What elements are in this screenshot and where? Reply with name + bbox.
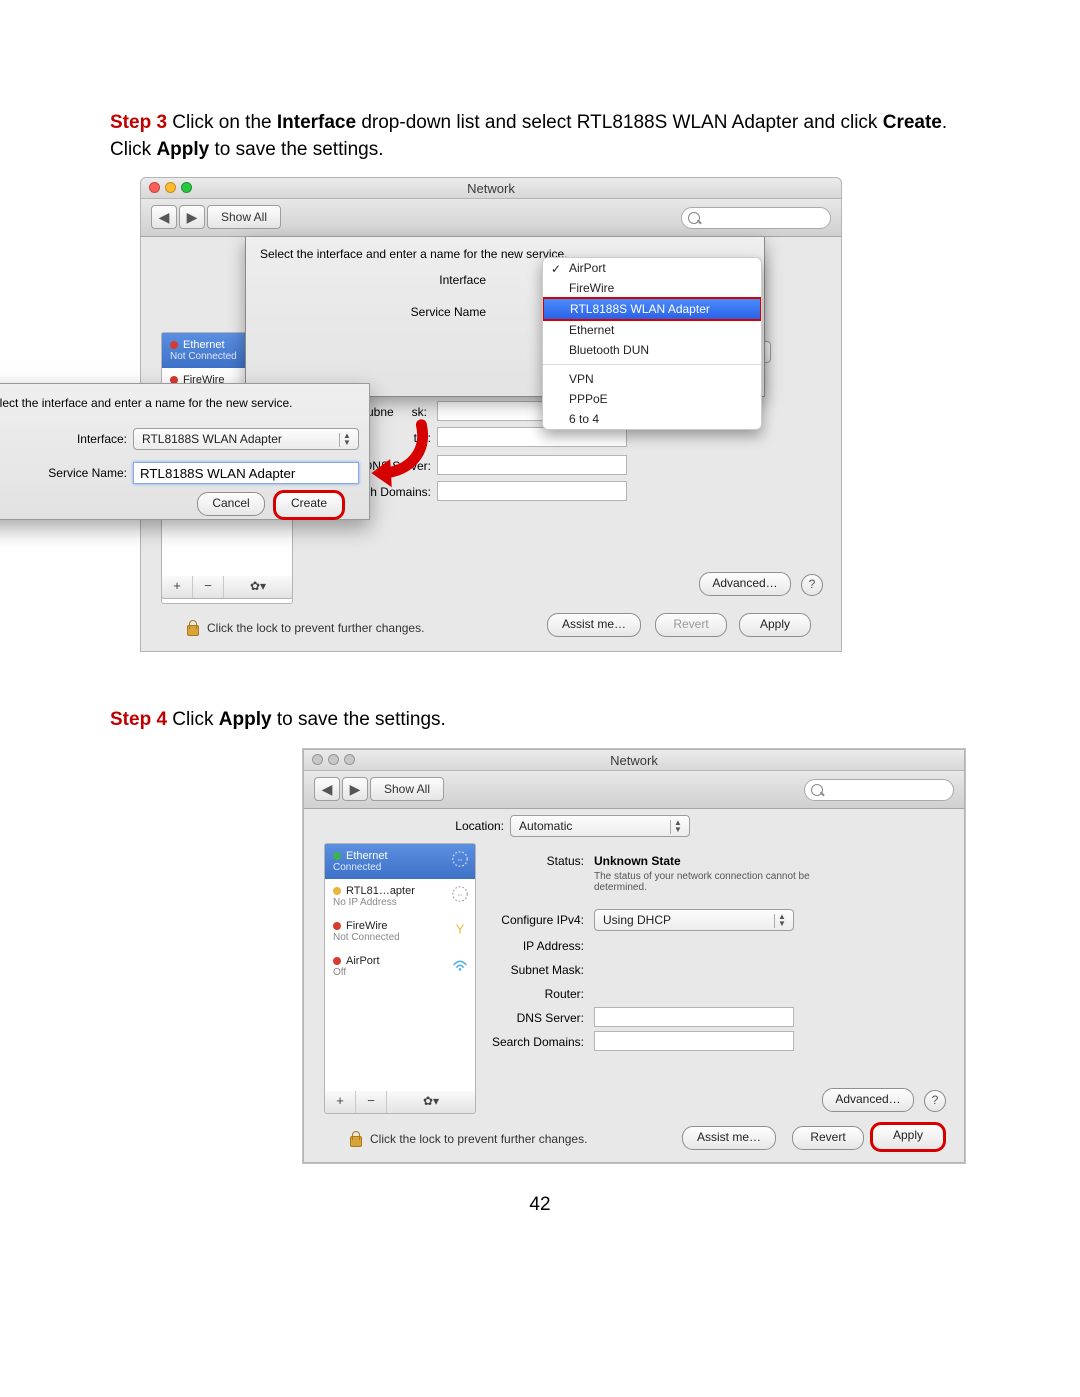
status-value: Unknown State <box>594 854 681 868</box>
interface-label: Interface <box>426 273 486 287</box>
sheet2-cancel-button[interactable]: Cancel <box>197 492 265 516</box>
window-titlebar: Network <box>303 749 965 771</box>
router-input[interactable] <box>437 427 627 447</box>
dns-input[interactable] <box>594 1007 794 1027</box>
traffic-lights <box>312 754 355 765</box>
service-name-input[interactable] <box>133 462 359 484</box>
step4-text: Step 4 Click Apply to save the settings. <box>110 707 970 734</box>
minimize-icon[interactable] <box>165 182 176 193</box>
sidebar-item-rtl81[interactable]: RTL81…apterNo IP Address ⇔ <box>325 879 475 914</box>
sidebar-toolbar: + − ✿▾ <box>161 576 293 599</box>
status-desc: The status of your network connection ca… <box>594 871 824 893</box>
close-icon[interactable] <box>312 754 323 765</box>
interface-popup[interactable]: RTL8188S WLAN Adapter▲▼ <box>133 428 359 450</box>
advanced-button[interactable]: Advanced… <box>822 1088 914 1112</box>
page-number: 42 <box>110 1194 970 1216</box>
help-button[interactable]: ? <box>801 574 823 596</box>
lock-icon[interactable] <box>185 620 199 636</box>
window-titlebar: Network <box>140 177 842 199</box>
revert-button[interactable]: Revert <box>792 1126 864 1150</box>
screenshot-step4: Network ◀ ▶ Show All Location: Automatic… <box>302 748 966 1164</box>
nav-forward-button[interactable]: ▶ <box>342 777 368 801</box>
svg-text:⇔: ⇔ <box>456 889 463 898</box>
assist-button[interactable]: Assist me… <box>547 613 641 637</box>
search-domains-input[interactable] <box>594 1031 794 1051</box>
close-icon[interactable] <box>149 182 160 193</box>
step3-text: Step 3 Click on the Interface drop-down … <box>110 110 970 163</box>
sheet2-interface-label: Interface: <box>27 432 127 446</box>
show-all-button[interactable]: Show All <box>370 777 444 801</box>
svg-text:⇔: ⇔ <box>456 854 463 863</box>
interface-dropdown-menu[interactable]: ✓AirPort FireWire RTL8188S WLAN Adapter … <box>542 257 762 430</box>
assist-button[interactable]: Assist me… <box>682 1126 776 1150</box>
add-service-button[interactable]: + <box>162 576 193 598</box>
svg-text:Y: Y <box>456 922 465 936</box>
add-service-button[interactable]: + <box>325 1091 356 1113</box>
step3-label: Step 3 <box>110 112 167 133</box>
step4-label: Step 4 <box>110 709 167 730</box>
lock-text: Click the lock to prevent further change… <box>207 621 424 635</box>
sidebar-toolbar: + − ✿▾ <box>324 1091 476 1114</box>
search-domains-input[interactable] <box>437 481 627 501</box>
remove-service-button[interactable]: − <box>356 1091 387 1113</box>
traffic-lights <box>149 182 192 193</box>
service-name-label: Service Name <box>400 305 486 319</box>
menu-item-ethernet[interactable]: Ethernet <box>543 320 761 340</box>
firewire-icon: Y <box>451 920 469 938</box>
sheet2-instruction: Select the interface and enter a name fo… <box>0 396 293 410</box>
wifi-icon <box>451 955 469 973</box>
menu-item-6to4[interactable]: 6 to 4 <box>543 409 761 429</box>
advanced-button[interactable]: Advanced… <box>699 572 791 596</box>
menu-item-bluetooth-dun[interactable]: Bluetooth DUN <box>543 340 761 360</box>
ethernet-icon: ⇔ <box>451 885 469 903</box>
sheet2-service-name-label: Service Name: <box>1 466 127 480</box>
revert-button[interactable]: Revert <box>655 613 727 637</box>
menu-item-airport[interactable]: ✓AirPort <box>543 258 761 278</box>
location-popup[interactable]: Automatic▲▼ <box>510 815 690 837</box>
apply-button[interactable]: Apply <box>870 1122 946 1152</box>
nav-back-button[interactable]: ◀ <box>151 205 177 229</box>
zoom-icon[interactable] <box>181 182 192 193</box>
lock-icon[interactable] <box>348 1131 362 1147</box>
window-body: Location: Automatic▲▼ EthernetConnected … <box>303 809 965 1163</box>
window-toolbar: ◀ ▶ Show All <box>140 199 842 237</box>
sidebar-item-firewire[interactable]: FireWireNot Connected Y <box>325 914 475 949</box>
dns-input[interactable] <box>437 455 627 475</box>
sidebar-item-ethernet[interactable]: EthernetConnected ⇔ <box>325 844 475 879</box>
sheet2-create-button[interactable]: Create <box>273 490 345 520</box>
gear-menu-button[interactable]: ✿▾ <box>387 1091 475 1113</box>
create-service-dialog: Select the interface and enter a name fo… <box>0 383 370 520</box>
search-input[interactable] <box>804 779 954 801</box>
nav-back-button[interactable]: ◀ <box>314 777 340 801</box>
remove-service-button[interactable]: − <box>193 576 224 598</box>
menu-item-rtl8188s[interactable]: RTL8188S WLAN Adapter <box>542 297 762 321</box>
zoom-icon[interactable] <box>344 754 355 765</box>
lock-text: Click the lock to prevent further change… <box>370 1132 587 1146</box>
search-input[interactable] <box>681 207 831 229</box>
menu-item-firewire[interactable]: FireWire <box>543 278 761 298</box>
show-all-button[interactable]: Show All <box>207 205 281 229</box>
sheet-instruction: Select the interface and enter a name fo… <box>260 247 568 261</box>
menu-item-pppoe[interactable]: PPPoE <box>543 389 761 409</box>
location-label: Location: <box>444 819 504 833</box>
sidebar-item-airport[interactable]: AirPortOff <box>325 949 475 984</box>
help-button[interactable]: ? <box>924 1090 946 1112</box>
service-sidebar: EthernetConnected ⇔ RTL81…apterNo IP Add… <box>324 843 476 1105</box>
minimize-icon[interactable] <box>328 754 339 765</box>
window-toolbar: ◀ ▶ Show All <box>303 771 965 809</box>
configure-ipv4-popup[interactable]: Using DHCP▲▼ <box>594 909 794 931</box>
nav-forward-button[interactable]: ▶ <box>179 205 205 229</box>
ethernet-icon: ⇔ <box>451 850 469 868</box>
menu-item-vpn[interactable]: VPN <box>543 369 761 389</box>
window-title: Network <box>610 753 658 768</box>
apply-button[interactable]: Apply <box>739 613 811 637</box>
window-title: Network <box>467 181 515 196</box>
gear-menu-button[interactable]: ✿▾ <box>224 576 292 598</box>
